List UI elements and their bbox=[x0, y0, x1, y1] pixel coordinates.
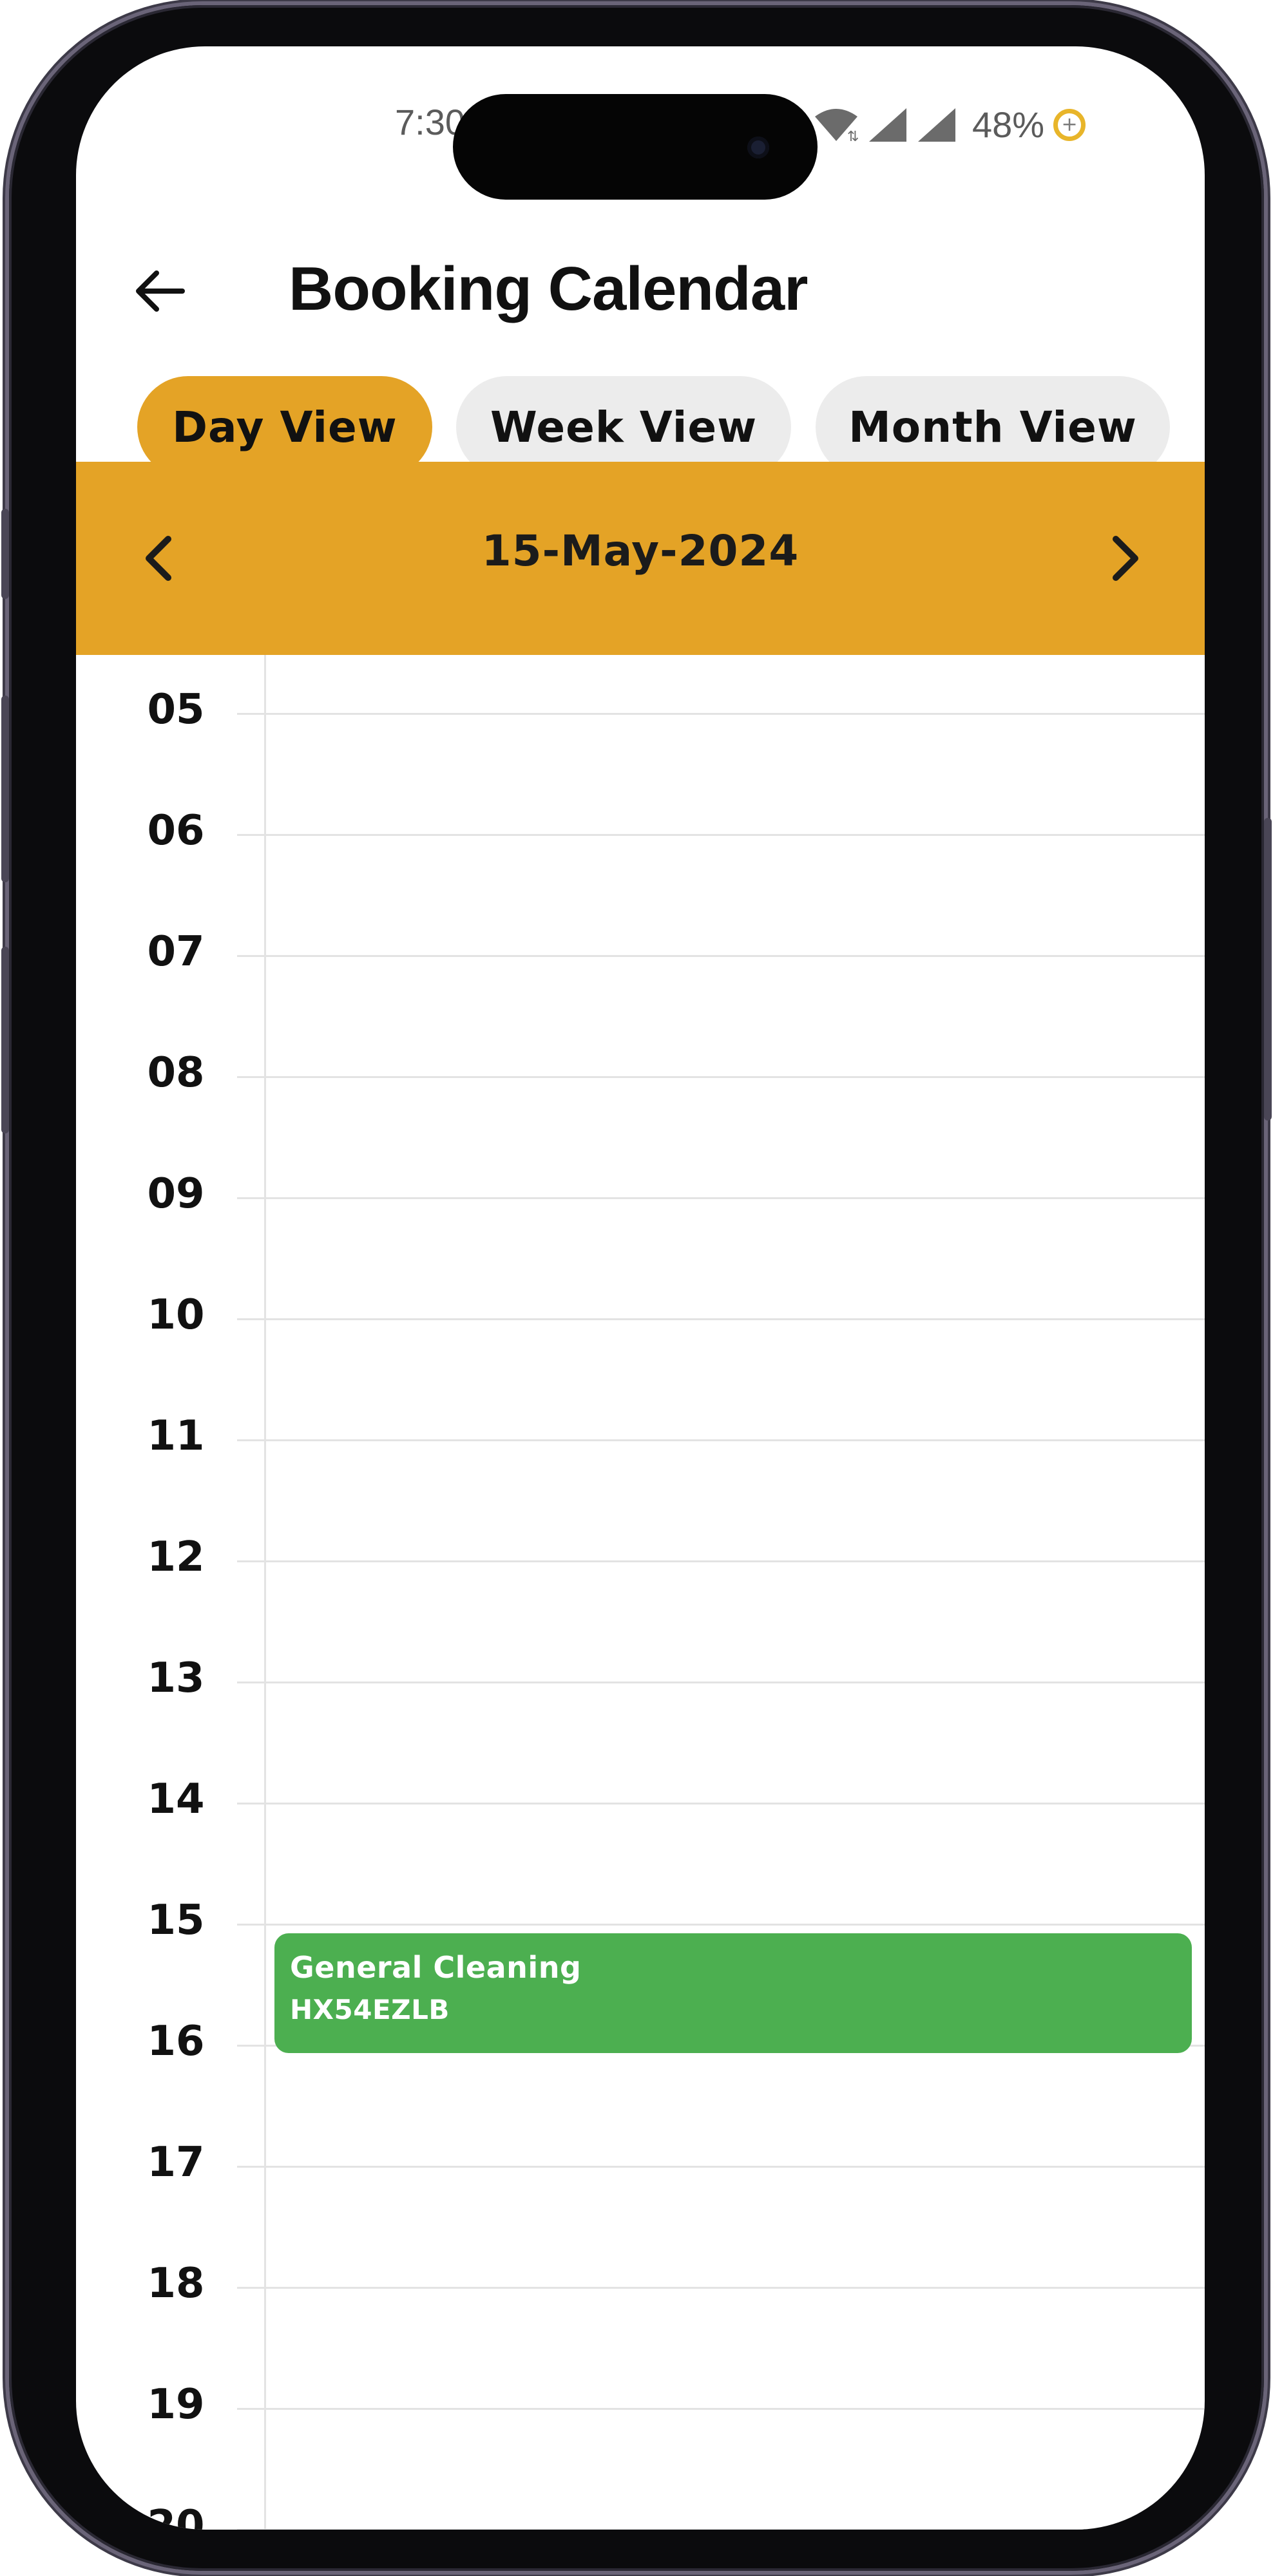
hour-label: 17 bbox=[147, 2139, 205, 2186]
hour-label: 07 bbox=[147, 928, 205, 976]
hour-label: 15 bbox=[147, 1897, 205, 1944]
svg-text:⇅: ⇅ bbox=[847, 129, 859, 142]
hour-label: 11 bbox=[147, 1412, 205, 1460]
hour-label: 18 bbox=[147, 2260, 205, 2307]
hour-line bbox=[237, 713, 1205, 715]
hour-line bbox=[237, 1439, 1205, 1441]
hour-label: 05 bbox=[147, 686, 205, 734]
hour-line bbox=[237, 2529, 1205, 2530]
hour-line bbox=[237, 1803, 1205, 1804]
signal-icon bbox=[869, 108, 906, 142]
chevron-right-icon[interactable] bbox=[1089, 523, 1160, 594]
hour-line bbox=[237, 2166, 1205, 2168]
hour-label: 19 bbox=[147, 2381, 205, 2429]
event-code: HX54EZLB bbox=[290, 1994, 450, 2025]
hour-label: 10 bbox=[147, 1291, 205, 1339]
battery-percent: 48% bbox=[972, 104, 1045, 145]
hour-line bbox=[237, 955, 1205, 957]
hour-line bbox=[237, 1076, 1205, 1078]
hour-line bbox=[237, 1681, 1205, 1683]
hour-label: 09 bbox=[147, 1170, 205, 1218]
date-navigation-bar: 15-May-2024 bbox=[76, 462, 1205, 655]
hour-line bbox=[237, 1560, 1205, 1562]
hour-label: 13 bbox=[147, 1654, 205, 1702]
hour-line bbox=[237, 1318, 1205, 1320]
signal-icon bbox=[918, 108, 955, 142]
booking-event[interactable]: General Cleaning HX54EZLB bbox=[274, 1933, 1192, 2053]
current-date: 15-May-2024 bbox=[481, 526, 799, 576]
hour-line bbox=[237, 1924, 1205, 1926]
hour-label: 08 bbox=[147, 1049, 205, 1097]
event-title: General Cleaning bbox=[290, 1950, 582, 1985]
side-button bbox=[1264, 818, 1272, 1121]
camera-lens bbox=[747, 137, 769, 158]
wifi-icon: ⇅ bbox=[815, 108, 859, 142]
back-arrow-icon[interactable] bbox=[131, 262, 189, 320]
status-icons: ⇅ 48% + bbox=[814, 104, 1086, 146]
page-title: Booking Calendar bbox=[289, 254, 808, 323]
time-column-divider bbox=[264, 655, 266, 2530]
hour-line bbox=[237, 1197, 1205, 1199]
hour-label: 20 bbox=[147, 2502, 205, 2530]
battery-saver-icon: + bbox=[1053, 108, 1086, 141]
hour-label: 12 bbox=[147, 1533, 205, 1581]
app-screen: 7:30 ⇅ 48% + Booking Calendar Day View W… bbox=[76, 46, 1205, 2530]
hour-label: 16 bbox=[147, 2018, 205, 2065]
hour-label: 14 bbox=[147, 1776, 205, 1823]
day-calendar[interactable]: 05 06 07 08 09 10 11 12 13 14 15 16 17 18 19 20 General… bbox=[76, 655, 1205, 2530]
hour-line bbox=[237, 834, 1205, 836]
side-button bbox=[1, 696, 9, 882]
hour-line bbox=[237, 2408, 1205, 2410]
app-header: Booking Calendar bbox=[76, 240, 1205, 355]
side-button bbox=[1, 509, 9, 599]
hour-label: 06 bbox=[147, 807, 205, 855]
hour-line bbox=[237, 2287, 1205, 2289]
dynamic-island bbox=[453, 94, 818, 200]
side-button bbox=[1, 947, 9, 1133]
